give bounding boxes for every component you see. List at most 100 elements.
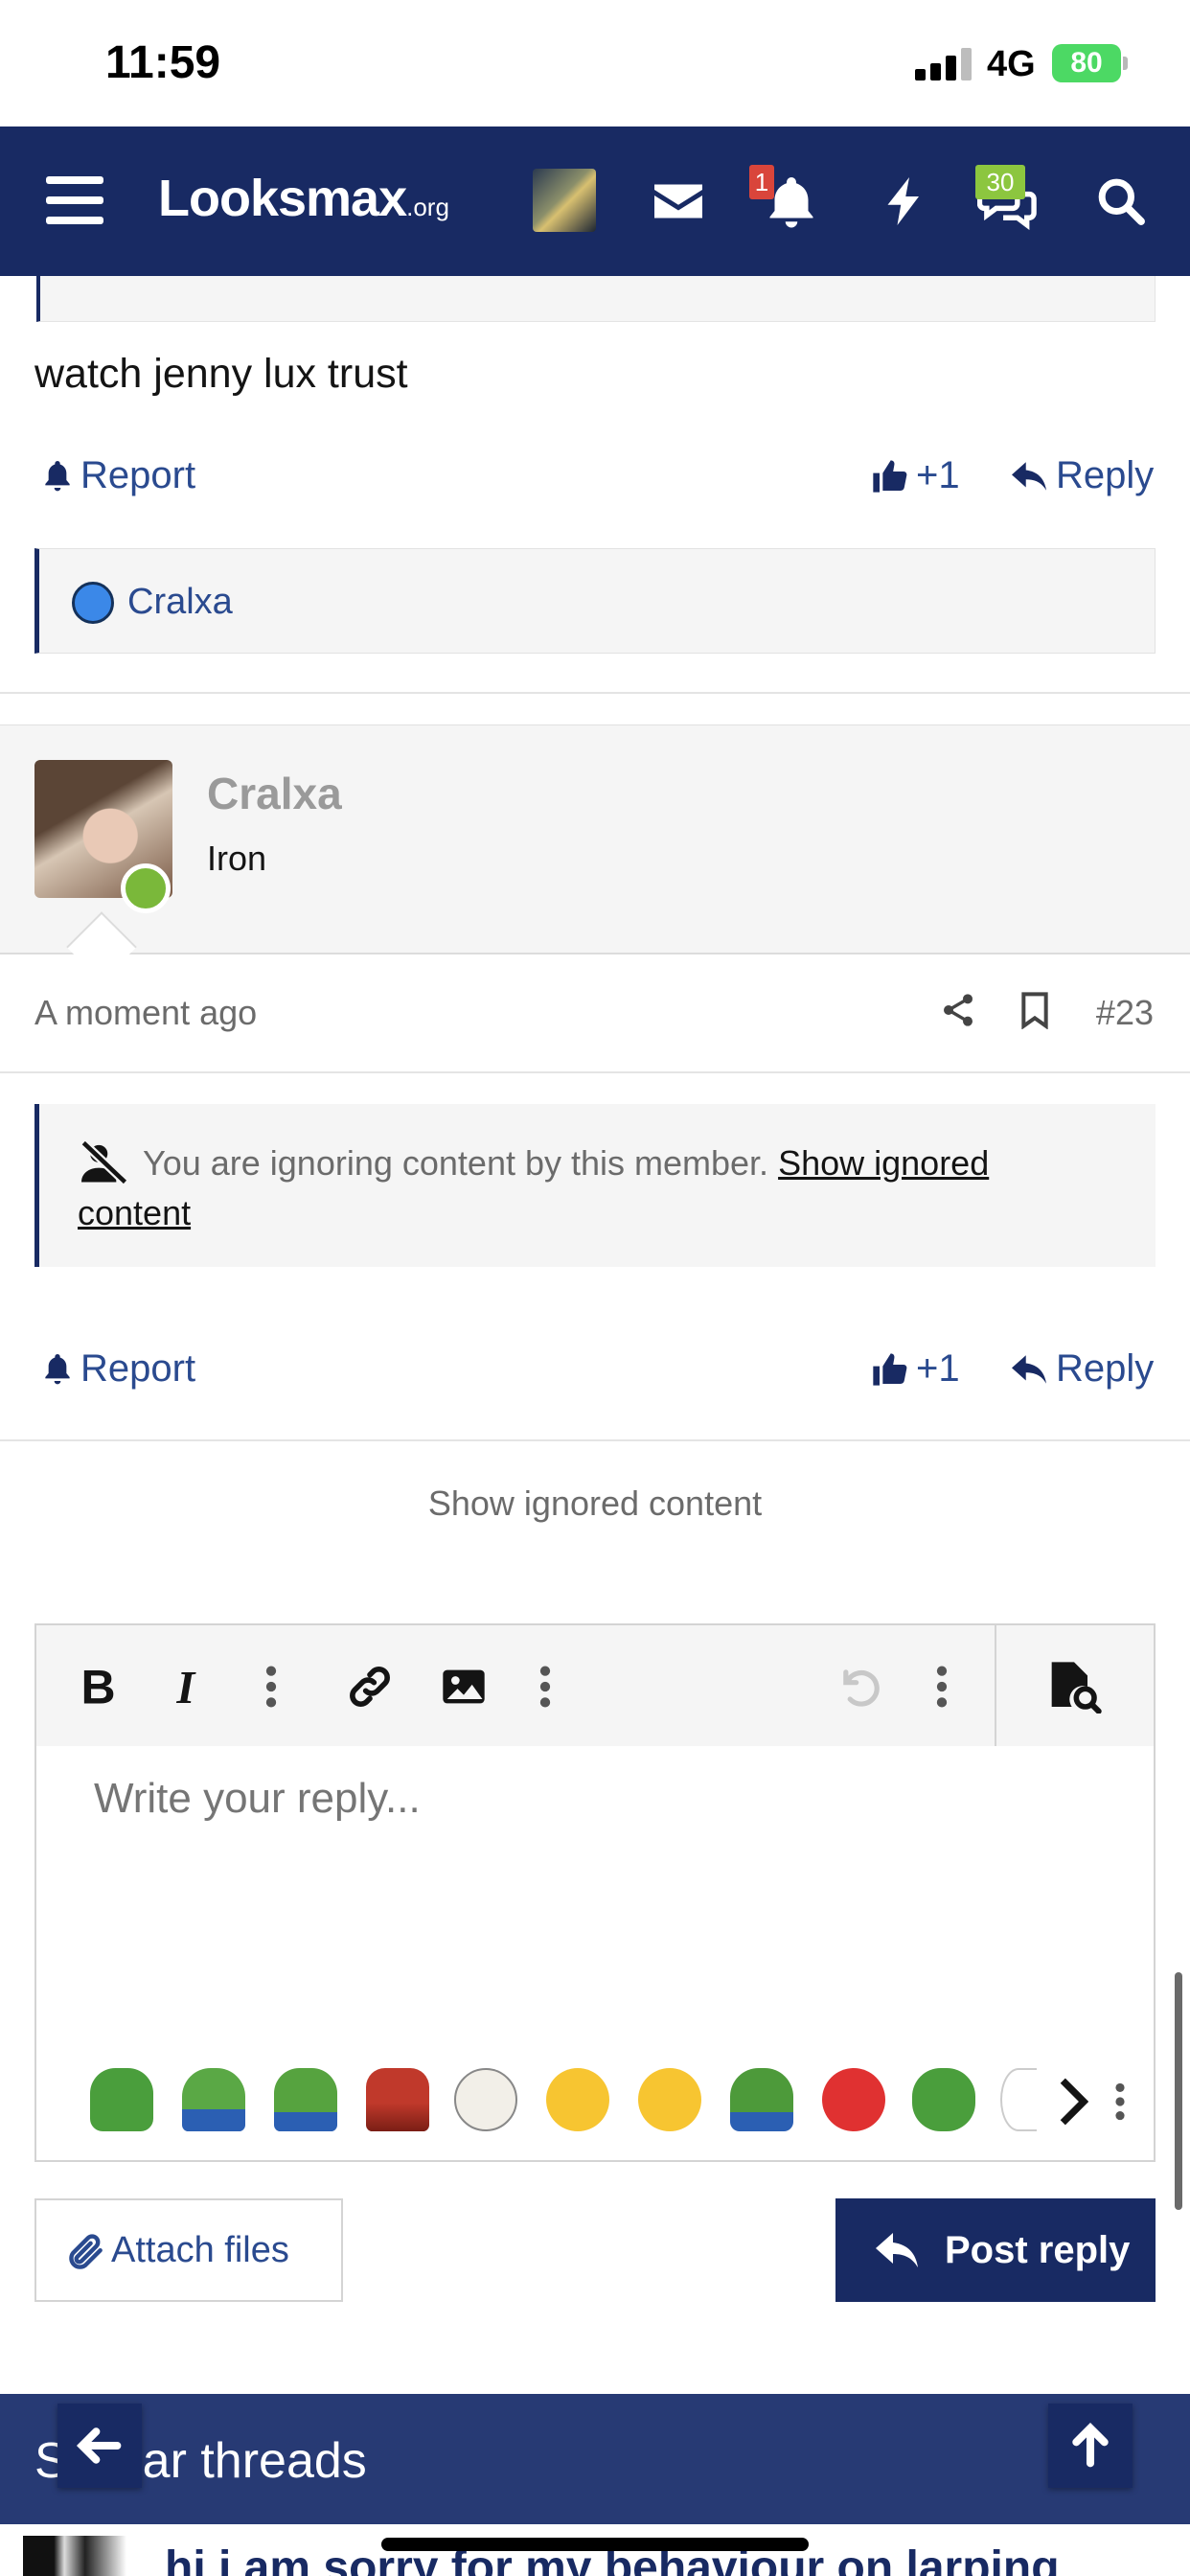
report-label: Report bbox=[80, 454, 196, 496]
svg-text:I: I bbox=[175, 1662, 196, 1714]
like-count: +1 bbox=[916, 454, 960, 496]
post-number[interactable]: #23 bbox=[1096, 993, 1154, 1033]
online-status-icon bbox=[121, 863, 171, 913]
reply-button[interactable]: Reply bbox=[1010, 454, 1154, 497]
report-button[interactable]: Report bbox=[42, 454, 195, 497]
attach-files-button[interactable]: Attach files bbox=[34, 2198, 343, 2302]
signal-icon bbox=[915, 48, 973, 80]
share-icon[interactable] bbox=[939, 991, 977, 1029]
pepe-sad-icon[interactable] bbox=[182, 2068, 245, 2131]
home-indicator[interactable] bbox=[381, 2538, 809, 2551]
editor-toolbar: B I bbox=[36, 1625, 1154, 1746]
thumbs-up-icon bbox=[873, 1352, 907, 1386]
scroll-top-button[interactable] bbox=[1048, 2404, 1133, 2488]
italic-icon[interactable]: I bbox=[174, 1660, 207, 1714]
pepe-devil-icon[interactable] bbox=[366, 2068, 429, 2131]
author-rank: Iron bbox=[207, 839, 267, 878]
search-icon[interactable] bbox=[1094, 172, 1152, 230]
post-divider bbox=[0, 1439, 1190, 1441]
post-divider bbox=[0, 692, 1190, 694]
battery-icon: 80 bbox=[1052, 44, 1128, 82]
preview-icon[interactable] bbox=[1044, 1660, 1104, 1714]
top-nav: Looksmax.org 1 30 bbox=[0, 126, 1190, 276]
lightning-icon[interactable] bbox=[876, 172, 933, 230]
post-reply-button[interactable]: Post reply bbox=[835, 2198, 1156, 2302]
more-options-icon[interactable] bbox=[935, 1660, 949, 1714]
pepe-smug-icon[interactable] bbox=[274, 2068, 337, 2131]
thumbs-up-icon bbox=[873, 459, 907, 493]
bold-icon[interactable]: B bbox=[79, 1660, 117, 1714]
reply-icon bbox=[1012, 461, 1046, 491]
network-type: 4G bbox=[987, 44, 1036, 84]
show-ignored-link-line2[interactable]: content bbox=[78, 1193, 191, 1232]
arrow-left-icon bbox=[76, 2427, 122, 2464]
wojak-cry-icon[interactable] bbox=[454, 2068, 517, 2131]
emoji-angry-icon[interactable] bbox=[822, 2068, 885, 2131]
thread-thumbnail bbox=[23, 2536, 126, 2576]
bell-icon bbox=[45, 1353, 70, 1384]
user-info-panel: Cralxa Iron bbox=[0, 724, 1190, 954]
arrow-up-icon bbox=[1072, 2422, 1109, 2468]
toolbar-separator bbox=[995, 1625, 996, 1746]
more-options-icon[interactable] bbox=[538, 1660, 552, 1714]
show-ignored-content-button[interactable]: Show ignored content bbox=[0, 1484, 1190, 1524]
like-button[interactable]: +1 bbox=[870, 454, 960, 497]
author-name[interactable]: Cralxa bbox=[207, 768, 342, 819]
reply-input[interactable] bbox=[94, 1775, 1052, 1823]
reply-button[interactable]: Reply bbox=[1010, 1347, 1154, 1391]
pepe-think-icon[interactable] bbox=[730, 2068, 793, 2131]
image-icon[interactable] bbox=[439, 1660, 489, 1714]
similar-threads-header: Similar threads bbox=[0, 2394, 1190, 2524]
conversations-badge: 30 bbox=[975, 165, 1025, 199]
post-reply-label: Post reply bbox=[945, 2228, 1131, 2271]
like-count: +1 bbox=[916, 1347, 960, 1390]
link-icon[interactable] bbox=[345, 1660, 395, 1714]
smilie-bar bbox=[50, 2068, 1142, 2141]
attach-files-label: Attach files bbox=[111, 2229, 289, 2270]
report-label: Report bbox=[80, 1347, 196, 1390]
report-button[interactable]: Report bbox=[42, 1347, 195, 1391]
reply-label: Reply bbox=[1056, 454, 1155, 496]
like-button[interactable]: +1 bbox=[870, 1347, 960, 1391]
quote-block bbox=[36, 276, 1156, 322]
emoji-confused-icon[interactable] bbox=[638, 2068, 701, 2131]
ignored-content-notice: You are ignoring content by this member.… bbox=[34, 1104, 1156, 1267]
bookmark-icon[interactable] bbox=[1018, 991, 1052, 1030]
status-bar: 11:59 4G 80 bbox=[0, 0, 1190, 126]
undo-icon[interactable] bbox=[835, 1660, 885, 1714]
post-timestamp[interactable]: A moment ago bbox=[34, 993, 257, 1033]
reply-editor: B I bbox=[34, 1623, 1156, 2162]
pepe-happy-icon[interactable] bbox=[912, 2068, 975, 2131]
battery-level: 80 bbox=[1070, 47, 1103, 79]
reply-icon bbox=[1012, 1354, 1046, 1384]
chevron-right-icon[interactable] bbox=[1056, 2076, 1089, 2128]
reply-label: Reply bbox=[1056, 1347, 1155, 1390]
paperclip-icon bbox=[69, 2234, 103, 2269]
post-message: watch jenny lux trust bbox=[34, 351, 408, 397]
logo-text: Looksmax bbox=[158, 170, 407, 227]
envelope-icon[interactable] bbox=[650, 172, 707, 230]
reaction-user[interactable]: Cralxa bbox=[127, 582, 233, 623]
reactions-bar[interactable]: Cralxa bbox=[34, 548, 1156, 654]
alerts-badge: 1 bbox=[749, 165, 774, 199]
svg-text:B: B bbox=[81, 1661, 116, 1714]
reply-icon bbox=[876, 2233, 918, 2267]
muted-user-icon bbox=[80, 1139, 128, 1185]
pepe-grin-icon[interactable] bbox=[90, 2068, 153, 2131]
post-header-divider bbox=[0, 1071, 1190, 1073]
ignored-text: You are ignoring content by this member. bbox=[143, 1143, 769, 1183]
scrollbar[interactable] bbox=[1175, 1972, 1182, 2210]
wojak-outline-icon[interactable] bbox=[1000, 2068, 1037, 2131]
site-logo[interactable]: Looksmax.org bbox=[158, 169, 449, 228]
like-reaction-icon bbox=[72, 582, 114, 624]
logo-suffix: .org bbox=[406, 193, 449, 221]
show-ignored-link-line1[interactable]: Show ignored bbox=[778, 1143, 989, 1183]
back-button[interactable] bbox=[57, 2404, 142, 2488]
user-avatar-button[interactable] bbox=[533, 169, 596, 232]
status-time: 11:59 bbox=[105, 37, 221, 88]
more-options-icon[interactable] bbox=[1113, 2078, 1127, 2126]
bell-icon bbox=[45, 460, 70, 491]
emoji-laugh-cry-icon[interactable] bbox=[546, 2068, 609, 2131]
more-options-icon[interactable] bbox=[264, 1660, 278, 1714]
menu-icon[interactable] bbox=[46, 176, 103, 224]
